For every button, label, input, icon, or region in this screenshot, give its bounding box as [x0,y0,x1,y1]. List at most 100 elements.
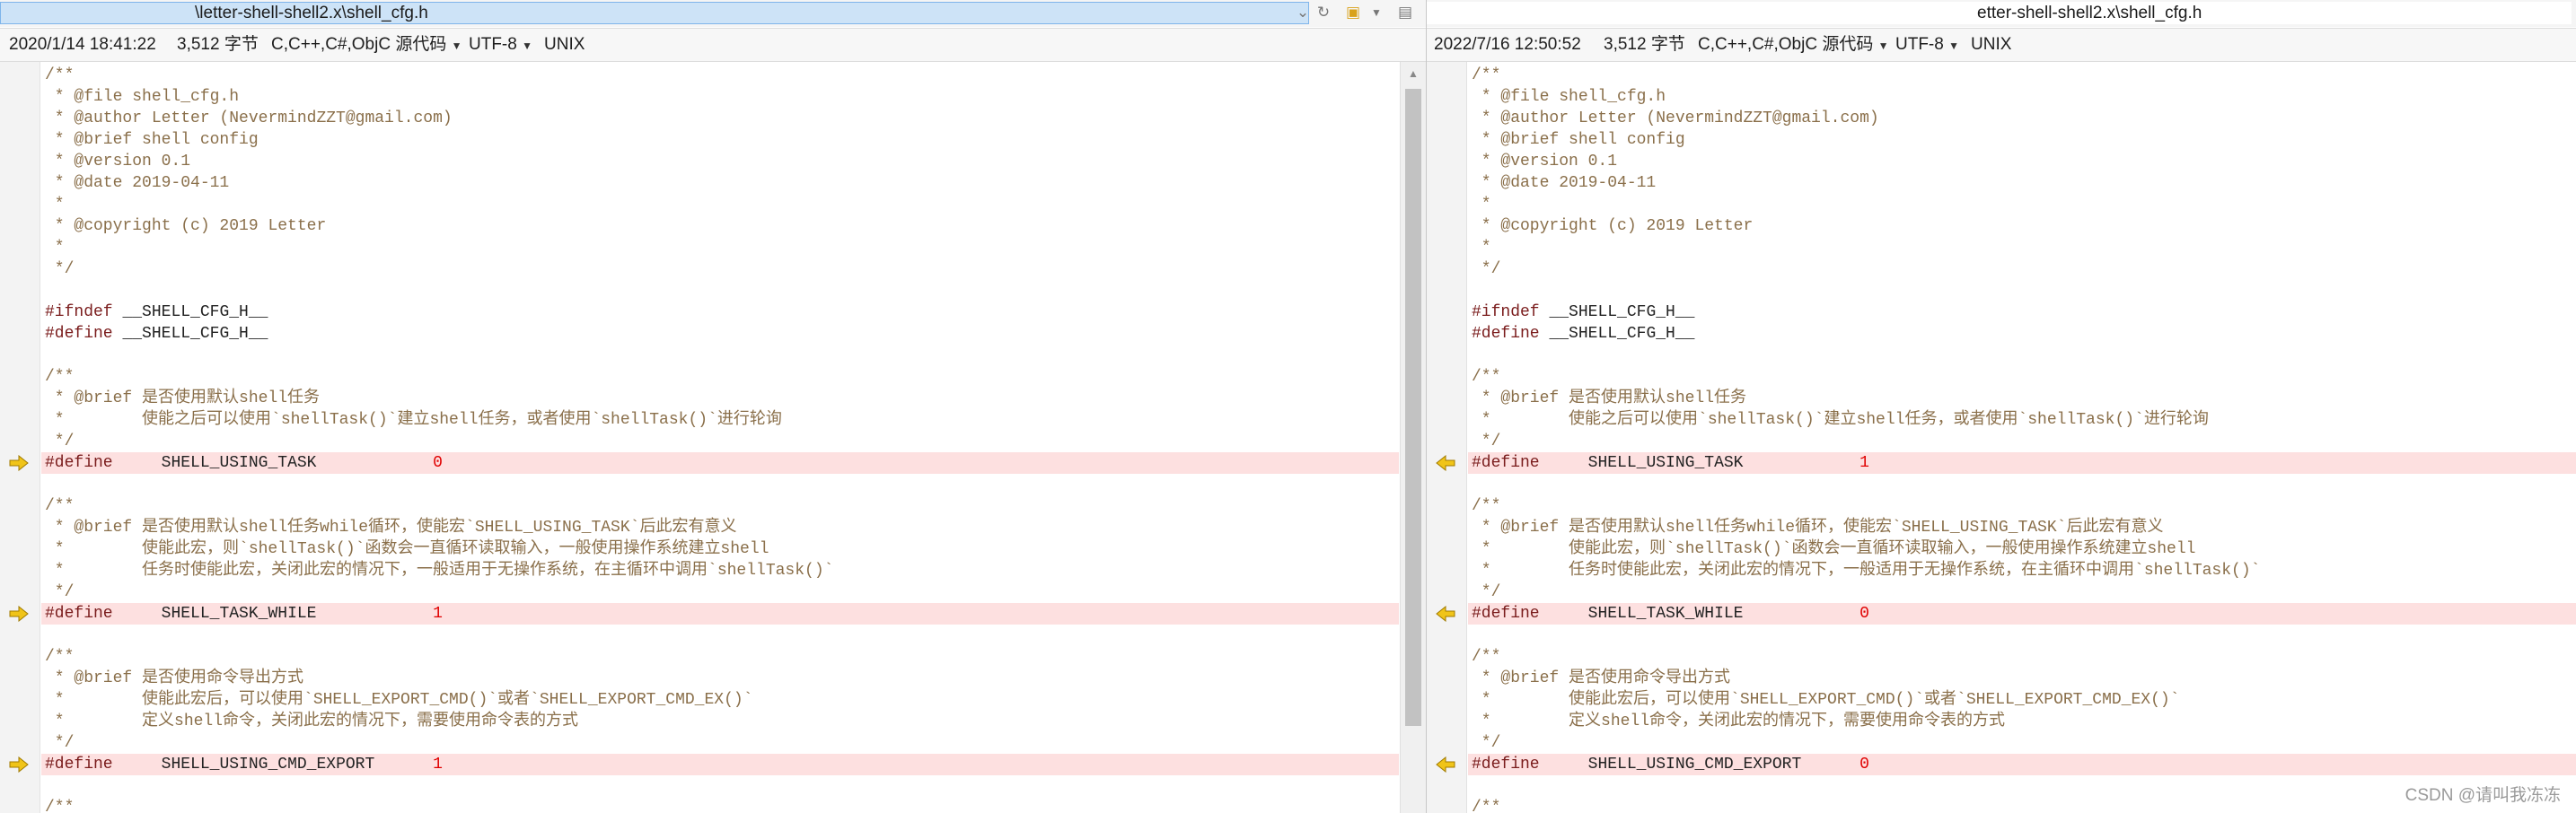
arrow-icon[interactable] [9,606,29,622]
right-status-bar: 2022/7/16 12:50:52 3,512 字节 C,C++,C#,Obj… [1427,28,2576,62]
code-line: * @version 0.1 [45,153,191,170]
arrow-icon[interactable] [1436,756,1455,773]
code-line: * @version 0.1 [1472,153,1618,170]
right-line-ending: UNIX [1971,35,2012,54]
arrow-icon[interactable] [1436,606,1455,622]
right-code-view[interactable]: /** * @file shell_cfg.h * @author Letter… [1468,62,2576,813]
code-line: #define SHELL_TASK_WHILE 1 [41,603,1399,625]
code-line: /** [45,66,75,84]
code-line: /** [1472,497,1501,515]
left-path-text: \letter-shell-shell2.x\shell_cfg.h [195,4,428,22]
code-line: * @file shell_cfg.h [45,88,240,106]
arrow-icon[interactable] [9,756,29,773]
code-line: * 定义shell命令，关闭此宏的情况下，需要使用命令表的方式 [1472,712,2006,730]
code-line: * @brief 是否使用默认shell任务 [45,389,321,407]
code-line: * 使能此宏后，可以使用`SHELL_EXPORT_CMD()`或者`SHELL… [1472,691,2180,709]
left-line-ending: UNIX [544,35,585,54]
code-line: * 使能此宏，则`shellTask()`函数会一直循环读取输入，一般使用操作系… [1472,540,2196,558]
code-line: * @brief shell config [45,131,259,149]
watermark: CSDN @请叫我冻冻 [2405,786,2561,805]
code-line: /** [1472,648,1501,666]
code-line: * @brief 是否使用命令导出方式 [1472,669,1731,687]
code-line: */ [45,734,75,752]
chevron-down-icon[interactable]: ▼ [1367,3,1386,22]
code-line: * @brief 是否使用默认shell任务 [1472,389,1747,407]
scroll-up-icon[interactable]: ▲ [1401,67,1426,80]
right-file-date: 2022/7/16 12:50:52 [1434,35,1581,54]
code-line: * @date 2019-04-11 [45,174,230,192]
right-file-size: 3,512 字节 [1604,35,1685,54]
code-line: #define __SHELL_CFG_H__ [1472,325,1695,343]
code-line: */ [1472,583,1501,601]
folder-open-icon[interactable]: ▣ [1343,3,1363,22]
code-line: */ [45,260,75,278]
code-line: * @brief 是否使用命令导出方式 [45,669,304,687]
code-line: #define __SHELL_CFG_H__ [45,325,268,343]
code-line: * @copyright (c) 2019 Letter [1472,217,1754,235]
code-line: #define SHELL_USING_TASK 1 [1468,452,2576,474]
code-line: /** [1472,368,1501,386]
code-line: * @date 2019-04-11 [1472,174,1657,192]
right-language-select[interactable]: C,C++,C#,ObjC 源代码 ▼ [1698,29,1889,62]
code-line: /** [1472,66,1501,84]
code-line: * [1472,239,1491,257]
code-line: /** [45,799,75,813]
code-line: /** [45,648,75,666]
code-line: * 使能之后可以使用`shellTask()`建立shell任务，或者使用`sh… [1472,411,2209,429]
left-gutter [0,62,40,813]
right-path-text: etter-shell-shell2.x\shell_cfg.h [1977,4,2202,22]
right-gutter [1427,62,1467,813]
code-line: #define SHELL_USING_CMD_EXPORT 0 [1468,754,2576,775]
left-scrollbar[interactable]: ▲ [1400,62,1426,813]
left-language-select[interactable]: C,C++,C#,ObjC 源代码 ▼ [271,29,462,62]
right-encoding-select[interactable]: UTF-8 ▼ [1895,29,1959,62]
code-line: */ [1472,260,1501,278]
code-line: * 任务时使能此宏，关闭此宏的情况下，一般适用于无操作系统，在主循环中调用`sh… [1472,562,2261,580]
swap-icon[interactable]: ↻ [1314,3,1333,22]
right-file-pane: etter-shell-shell2.x\shell_cfg.h 2022/7/… [1426,0,2576,813]
left-path-bar: \letter-shell-shell2.x\shell_cfg.h ⌄ ↻ ▣… [0,0,1426,27]
code-line: */ [45,583,75,601]
left-file-pane: \letter-shell-shell2.x\shell_cfg.h ⌄ ↻ ▣… [0,0,1426,813]
code-line: /** [45,368,75,386]
code-line: #define SHELL_USING_CMD_EXPORT 1 [41,754,1399,775]
code-line: * @brief 是否使用默认shell任务while循环，使能宏`SHELL_… [1472,519,2164,537]
code-line: * @author Letter (NevermindZZT@gmail.com… [1472,109,1879,127]
arrow-icon[interactable] [1436,455,1455,471]
right-path-bar: etter-shell-shell2.x\shell_cfg.h [1427,0,2576,27]
code-line: */ [1472,433,1501,450]
left-path-field[interactable]: \letter-shell-shell2.x\shell_cfg.h [0,2,1309,24]
code-line: * @copyright (c) 2019 Letter [45,217,327,235]
chevron-down-icon[interactable]: ⌄ [1293,3,1313,22]
left-code-view[interactable]: /** * @file shell_cfg.h * @author Letter… [41,62,1399,813]
code-line: * @author Letter (NevermindZZT@gmail.com… [45,109,453,127]
left-file-size: 3,512 字节 [177,35,259,54]
left-encoding-select[interactable]: UTF-8 ▼ [469,29,532,62]
chevron-down-icon: ▼ [451,39,462,52]
save-icon[interactable]: ▤ [1395,3,1415,22]
chevron-down-icon: ▼ [1877,39,1889,52]
code-line: * @brief shell config [1472,131,1685,149]
code-line: * [1472,196,1491,214]
chevron-down-icon: ▼ [522,39,532,52]
left-scroll-thumb[interactable] [1405,89,1421,726]
code-line: * 定义shell命令，关闭此宏的情况下，需要使用命令表的方式 [45,712,579,730]
code-line: * 使能此宏后，可以使用`SHELL_EXPORT_CMD()`或者`SHELL… [45,691,753,709]
code-line: /** [45,497,75,515]
code-line: #define SHELL_USING_TASK 0 [41,452,1399,474]
code-line: */ [1472,734,1501,752]
right-path-field[interactable]: etter-shell-shell2.x\shell_cfg.h [1427,2,2572,24]
code-line: * 任务时使能此宏，关闭此宏的情况下，一般适用于无操作系统，在主循环中调用`sh… [45,562,834,580]
code-line: */ [45,433,75,450]
code-line: #ifndef __SHELL_CFG_H__ [45,303,268,321]
arrow-icon[interactable] [9,455,29,471]
